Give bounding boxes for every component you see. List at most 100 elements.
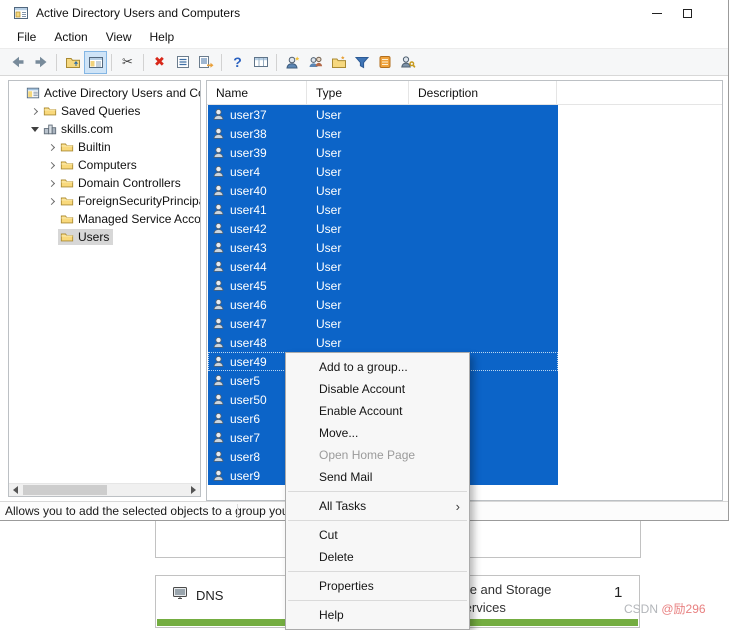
- list-row-user42[interactable]: user42User: [208, 219, 558, 238]
- forward-button[interactable]: [29, 51, 52, 74]
- tree-item-computers[interactable]: Computers: [9, 156, 200, 174]
- managed-by-button[interactable]: [373, 51, 396, 74]
- menu-file[interactable]: File: [8, 28, 45, 46]
- user-bust-icon: [212, 317, 225, 330]
- mmc-app-icon: [13, 5, 29, 21]
- properties-button[interactable]: [171, 51, 194, 74]
- context-item-all-tasks[interactable]: All Tasks›: [286, 495, 469, 517]
- tree-item-skills-com[interactable]: skills.com: [9, 120, 200, 138]
- dns-tile[interactable]: DNS: [155, 575, 291, 628]
- context-item-properties[interactable]: Properties: [286, 575, 469, 597]
- back-button[interactable]: [6, 51, 29, 74]
- scroll-right-button[interactable]: [187, 484, 200, 496]
- list-row-user40[interactable]: user40User: [208, 181, 558, 200]
- console-tree-icon: [88, 54, 104, 70]
- dns-status-bar: [157, 619, 289, 626]
- list-row-user38[interactable]: user38User: [208, 124, 558, 143]
- list-row-user44[interactable]: user44User: [208, 257, 558, 276]
- list-row-user41[interactable]: user41User: [208, 200, 558, 219]
- row-name: user42: [230, 222, 267, 236]
- row-name: user49: [230, 355, 267, 369]
- context-item-open-home-page: Open Home Page: [286, 444, 469, 466]
- monitor-icon: [172, 585, 188, 606]
- menu-help[interactable]: Help: [141, 28, 184, 46]
- row-name: user50: [230, 393, 267, 407]
- cut-button[interactable]: ✂: [116, 51, 139, 74]
- context-item-move[interactable]: Move...: [286, 422, 469, 444]
- show-console-tree-button[interactable]: [84, 51, 107, 74]
- up-one-level-button[interactable]: [61, 51, 84, 74]
- menu-action[interactable]: Action: [45, 28, 96, 46]
- tree-item-users[interactable]: Users: [9, 228, 200, 246]
- tree-item-builtin[interactable]: Builtin: [9, 138, 200, 156]
- folder-icon: [43, 104, 58, 118]
- column-header-type[interactable]: Type: [307, 81, 409, 104]
- menu-bar: FileActionViewHelp: [0, 26, 728, 48]
- delegate-control-button[interactable]: [396, 51, 419, 74]
- row-name: user7: [230, 431, 260, 445]
- row-name: user4: [230, 165, 260, 179]
- chevron-collapsed-icon[interactable]: [45, 163, 58, 168]
- menu-separator: [288, 491, 467, 492]
- tree-item-foreignsecurityprincipals[interactable]: ForeignSecurityPrincipals: [9, 192, 200, 210]
- set-filter-button[interactable]: [350, 51, 373, 74]
- filter-icon: [354, 54, 370, 70]
- row-type: User: [307, 146, 409, 160]
- folder-icon: [60, 230, 75, 244]
- column-header-name[interactable]: Name: [207, 81, 307, 104]
- chevron-collapsed-icon[interactable]: [28, 109, 41, 114]
- row-name: user8: [230, 450, 260, 464]
- list-row-user47[interactable]: user47User: [208, 314, 558, 333]
- help-button[interactable]: ?: [226, 51, 249, 74]
- chevron-expanded-icon[interactable]: [28, 127, 41, 132]
- context-item-label: Disable Account: [319, 382, 405, 396]
- list-row-user46[interactable]: user46User: [208, 295, 558, 314]
- list-row-user45[interactable]: user45User: [208, 276, 558, 295]
- tree-item-label: Builtin: [78, 140, 111, 154]
- scrollbar-thumb[interactable]: [23, 485, 107, 495]
- list-row-user37[interactable]: user37User: [208, 105, 558, 124]
- minimize-button[interactable]: [642, 0, 672, 26]
- context-menu: Add to a group... Disable Account Enable A…: [285, 352, 470, 630]
- context-item-send-mail[interactable]: Send Mail: [286, 466, 469, 488]
- context-item-cut[interactable]: Cut: [286, 524, 469, 546]
- file-storage-count: 1: [614, 584, 622, 601]
- chevron-collapsed-icon[interactable]: [45, 145, 58, 150]
- context-item-label: Enable Account: [319, 404, 402, 418]
- new-user-button[interactable]: [281, 51, 304, 74]
- new-ou-button[interactable]: [327, 51, 350, 74]
- context-item-add-to-a-group[interactable]: Add to a group...: [286, 356, 469, 378]
- list-row-user39[interactable]: user39User: [208, 143, 558, 162]
- context-item-delete[interactable]: Delete: [286, 546, 469, 568]
- tree-item-label: Active Directory Users and Computers: [44, 86, 201, 100]
- tree-item-managed-service-accounts[interactable]: Managed Service Accounts: [9, 210, 200, 228]
- tree-horizontal-scrollbar[interactable]: [9, 483, 200, 496]
- list-row-user4[interactable]: user4 User: [208, 162, 558, 181]
- list-row-user48[interactable]: user48User: [208, 333, 558, 352]
- user-bust-icon: [212, 469, 225, 482]
- context-item-enable-account[interactable]: Enable Account: [286, 400, 469, 422]
- title-bar[interactable]: Active Directory Users and Computers: [0, 0, 728, 26]
- context-item-disable-account[interactable]: Disable Account: [286, 378, 469, 400]
- export-list-button[interactable]: [194, 51, 217, 74]
- tree-item-active-directory-users-and-computers[interactable]: Active Directory Users and Computers: [9, 84, 200, 102]
- context-item-help[interactable]: Help: [286, 604, 469, 626]
- maximize-button[interactable]: [672, 0, 702, 26]
- list-row-user43[interactable]: user43User: [208, 238, 558, 257]
- tree-item-saved-queries[interactable]: Saved Queries: [9, 102, 200, 120]
- delete-button[interactable]: ✖: [148, 51, 171, 74]
- tree-item-domain-controllers[interactable]: Domain Controllers: [9, 174, 200, 192]
- row-type: User: [307, 165, 409, 179]
- chevron-collapsed-icon[interactable]: [45, 199, 58, 204]
- new-group-button[interactable]: [304, 51, 327, 74]
- scroll-icon: [377, 54, 393, 70]
- view-table-button[interactable]: [249, 51, 272, 74]
- chevron-collapsed-icon[interactable]: [45, 181, 58, 186]
- menu-view[interactable]: View: [97, 28, 141, 46]
- user-bust-icon: [212, 412, 225, 425]
- column-header-description[interactable]: Description: [409, 81, 557, 104]
- window-controls: [642, 0, 702, 26]
- context-item-label: All Tasks: [319, 499, 366, 513]
- row-type: User: [307, 279, 409, 293]
- scroll-left-button[interactable]: [9, 484, 22, 496]
